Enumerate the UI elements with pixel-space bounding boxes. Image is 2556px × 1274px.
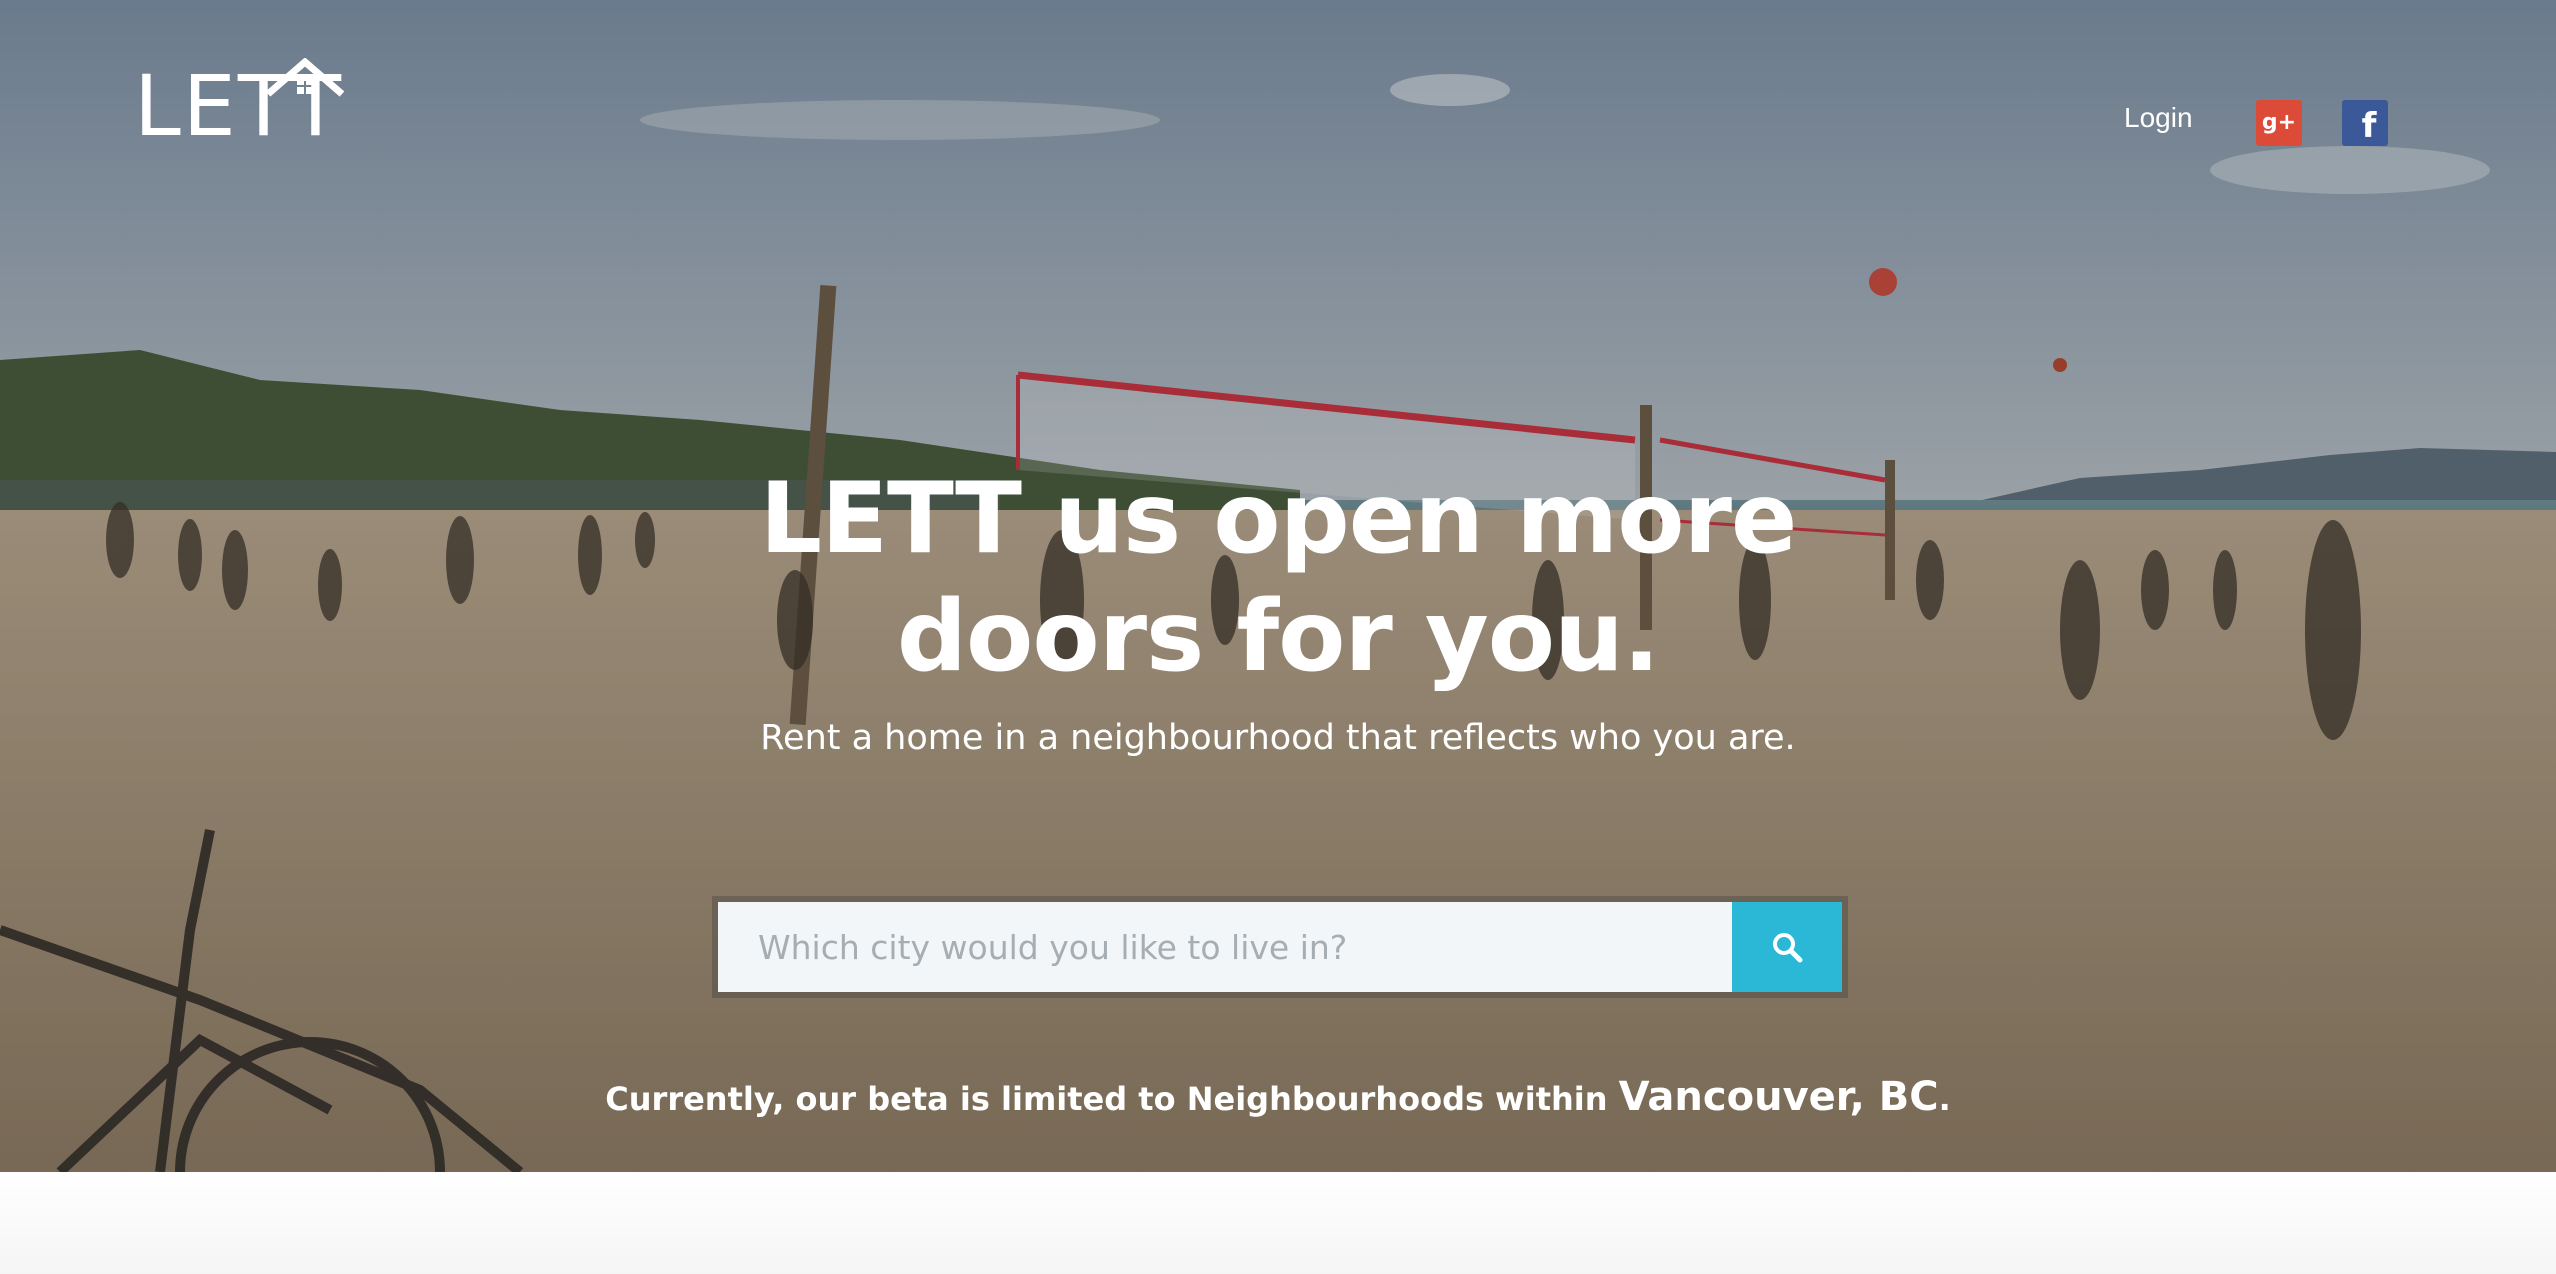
hero-section: LETT Login g+ f LETT us open more doors … xyxy=(0,0,2556,1172)
city-search-input[interactable] xyxy=(718,902,1732,992)
beta-notice-city: Vancouver, BC xyxy=(1618,1074,1939,1120)
hero-subheadline: Rent a home in a neighbourhood that refl… xyxy=(760,718,1796,758)
search-button[interactable] xyxy=(1732,902,1842,992)
headline-line-2: doors for you. xyxy=(896,580,1660,694)
city-search-bar xyxy=(712,896,1848,998)
login-link[interactable]: Login xyxy=(2124,102,2193,134)
facebook-icon[interactable]: f xyxy=(2342,100,2388,146)
lett-logo[interactable]: LETT xyxy=(134,58,344,154)
beta-notice-suffix: . xyxy=(1938,1080,1951,1118)
google-plus-icon[interactable]: g+ xyxy=(2256,100,2302,146)
headline-line-1: LETT us open more xyxy=(759,462,1798,576)
below-fold-section xyxy=(0,1172,2556,1274)
house-roof-icon xyxy=(266,58,344,97)
facebook-glyph: f xyxy=(2361,106,2377,146)
search-icon xyxy=(1773,933,1803,963)
google-plus-glyph: g+ xyxy=(2261,110,2297,135)
hero-headline: LETT us open more doors for you. xyxy=(528,460,2028,696)
beta-notice-prefix: Currently, our beta is limited to Neighb… xyxy=(605,1080,1619,1118)
beta-notice: Currently, our beta is limited to Neighb… xyxy=(528,1074,2028,1120)
